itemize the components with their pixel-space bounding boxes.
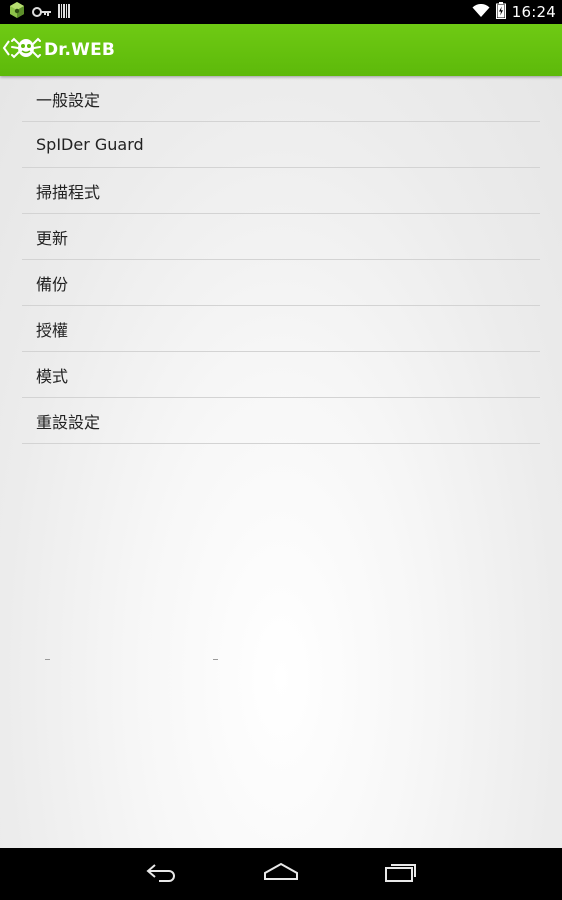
home-icon: [263, 862, 299, 886]
nav-back-button[interactable]: [138, 858, 186, 890]
settings-item-label: 一般設定: [36, 90, 101, 110]
settings-item-label: 重設設定: [36, 412, 101, 432]
settings-item-label: SpIDer Guard: [36, 135, 144, 154]
settings-item-label: 更新: [36, 228, 69, 248]
up-navigation-button[interactable]: Dr.WEB: [2, 32, 115, 68]
settings-item-backup[interactable]: 備份: [22, 260, 540, 306]
screen: 16:24 Dr.WEB 一般設定 SpIDer Guard 掃描程式 更新 備…: [0, 0, 562, 900]
recent-apps-icon: [384, 861, 418, 887]
settings-item-label: 授權: [36, 320, 69, 340]
settings-list: 一般設定 SpIDer Guard 掃描程式 更新 備份 授權 模式 重設設定: [22, 76, 540, 444]
battery-charging-icon: [495, 1, 506, 23]
key-icon: [32, 3, 52, 22]
app-notification-icon: [8, 1, 26, 23]
navigation-bar: [0, 848, 562, 900]
back-chevron-icon: [2, 39, 11, 61]
settings-item-update[interactable]: 更新: [22, 214, 540, 260]
drweb-spider-logo-icon: [11, 35, 41, 65]
settings-item-reset[interactable]: 重設設定: [22, 398, 540, 444]
settings-item-license[interactable]: 授權: [22, 306, 540, 352]
settings-item-label: 掃描程式: [36, 182, 101, 202]
status-time: 16:24: [511, 3, 556, 21]
back-icon: [145, 861, 179, 887]
settings-item-general[interactable]: 一般設定: [22, 76, 540, 122]
settings-item-spider-guard[interactable]: SpIDer Guard: [22, 122, 540, 168]
settings-item-scanner[interactable]: 掃描程式: [22, 168, 540, 214]
nav-recent-apps-button[interactable]: [377, 858, 425, 890]
status-system: 16:24: [472, 1, 556, 23]
status-notifications: [8, 1, 70, 23]
settings-item-label: 模式: [36, 366, 69, 386]
settings-content: 一般設定 SpIDer Guard 掃描程式 更新 備份 授權 模式 重設設定: [0, 76, 562, 848]
app-title: Dr.WEB: [44, 40, 116, 60]
wifi-icon: [472, 3, 490, 22]
faint-mark: [45, 659, 50, 660]
faint-mark: [213, 659, 218, 660]
nav-home-button[interactable]: [257, 858, 305, 890]
settings-item-mode[interactable]: 模式: [22, 352, 540, 398]
action-bar: Dr.WEB: [0, 24, 562, 76]
status-bar: 16:24: [0, 0, 562, 24]
barcode-icon: [58, 3, 70, 22]
settings-item-label: 備份: [36, 274, 69, 294]
